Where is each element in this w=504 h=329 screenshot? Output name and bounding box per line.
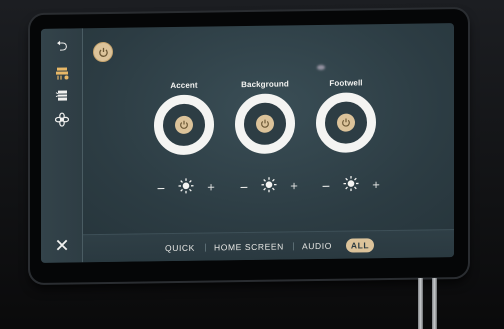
brightness-sun-icon [343,175,359,196]
infotainment-screen: ⮌ ✕ Accent Background Footwell − + − + −… [41,23,454,263]
zone-background: Background [233,79,297,155]
brightness-increase-button[interactable]: + [287,178,301,193]
zone-background-label: Background [241,79,289,90]
power-icon [98,47,108,57]
screen-glare [317,64,325,71]
display-mount [432,278,437,329]
brightness-decrease-button[interactable]: − [154,180,168,196]
back-arrow-icon[interactable]: ⮌ [49,36,75,58]
master-power-button[interactable] [93,41,113,63]
sidebar: ⮌ ✕ [41,28,83,263]
tab-audio[interactable]: AUDIO [302,239,332,253]
tab-divider [205,243,206,252]
bottom-tab-bar: QUICK HOME SCREEN AUDIO ALL [83,229,454,263]
fan-icon[interactable] [49,108,75,130]
brightness-sun-icon [261,176,277,197]
seat-heat-svg [56,67,69,80]
close-glyph: ✕ [54,234,70,256]
brightness-sun-icon [178,177,194,198]
tab-divider [293,242,294,251]
display-mount [418,278,423,329]
zone-footwell: Footwell [314,78,378,154]
brightness-increase-button[interactable]: + [204,179,218,194]
zone-accent: Accent [152,80,216,156]
background-brightness: − + [237,176,301,197]
tab-quick[interactable]: QUICK [165,241,195,255]
background-power-ring[interactable] [235,93,295,155]
power-icon [175,115,193,135]
climate-svg [55,90,67,101]
tab-all[interactable]: ALL [346,238,374,253]
seat-heat-icon[interactable] [49,62,75,84]
back-glyph: ⮌ [56,37,68,54]
brightness-increase-button[interactable]: + [369,177,383,192]
brightness-decrease-button[interactable]: − [237,179,251,195]
tab-home-screen[interactable]: HOME SCREEN [214,239,284,254]
fan-svg [55,112,69,127]
footwell-power-ring[interactable] [316,92,376,154]
climate-icon[interactable] [49,84,75,106]
zone-footwell-label: Footwell [329,78,363,88]
close-icon[interactable]: ✕ [49,234,75,256]
footwell-brightness: − + [319,175,383,196]
power-icon [337,113,355,132]
accent-power-ring[interactable] [154,94,214,156]
accent-brightness: − + [154,177,218,198]
brightness-decrease-button[interactable]: − [319,178,333,194]
power-icon [256,114,274,133]
zone-accent-label: Accent [170,80,198,91]
